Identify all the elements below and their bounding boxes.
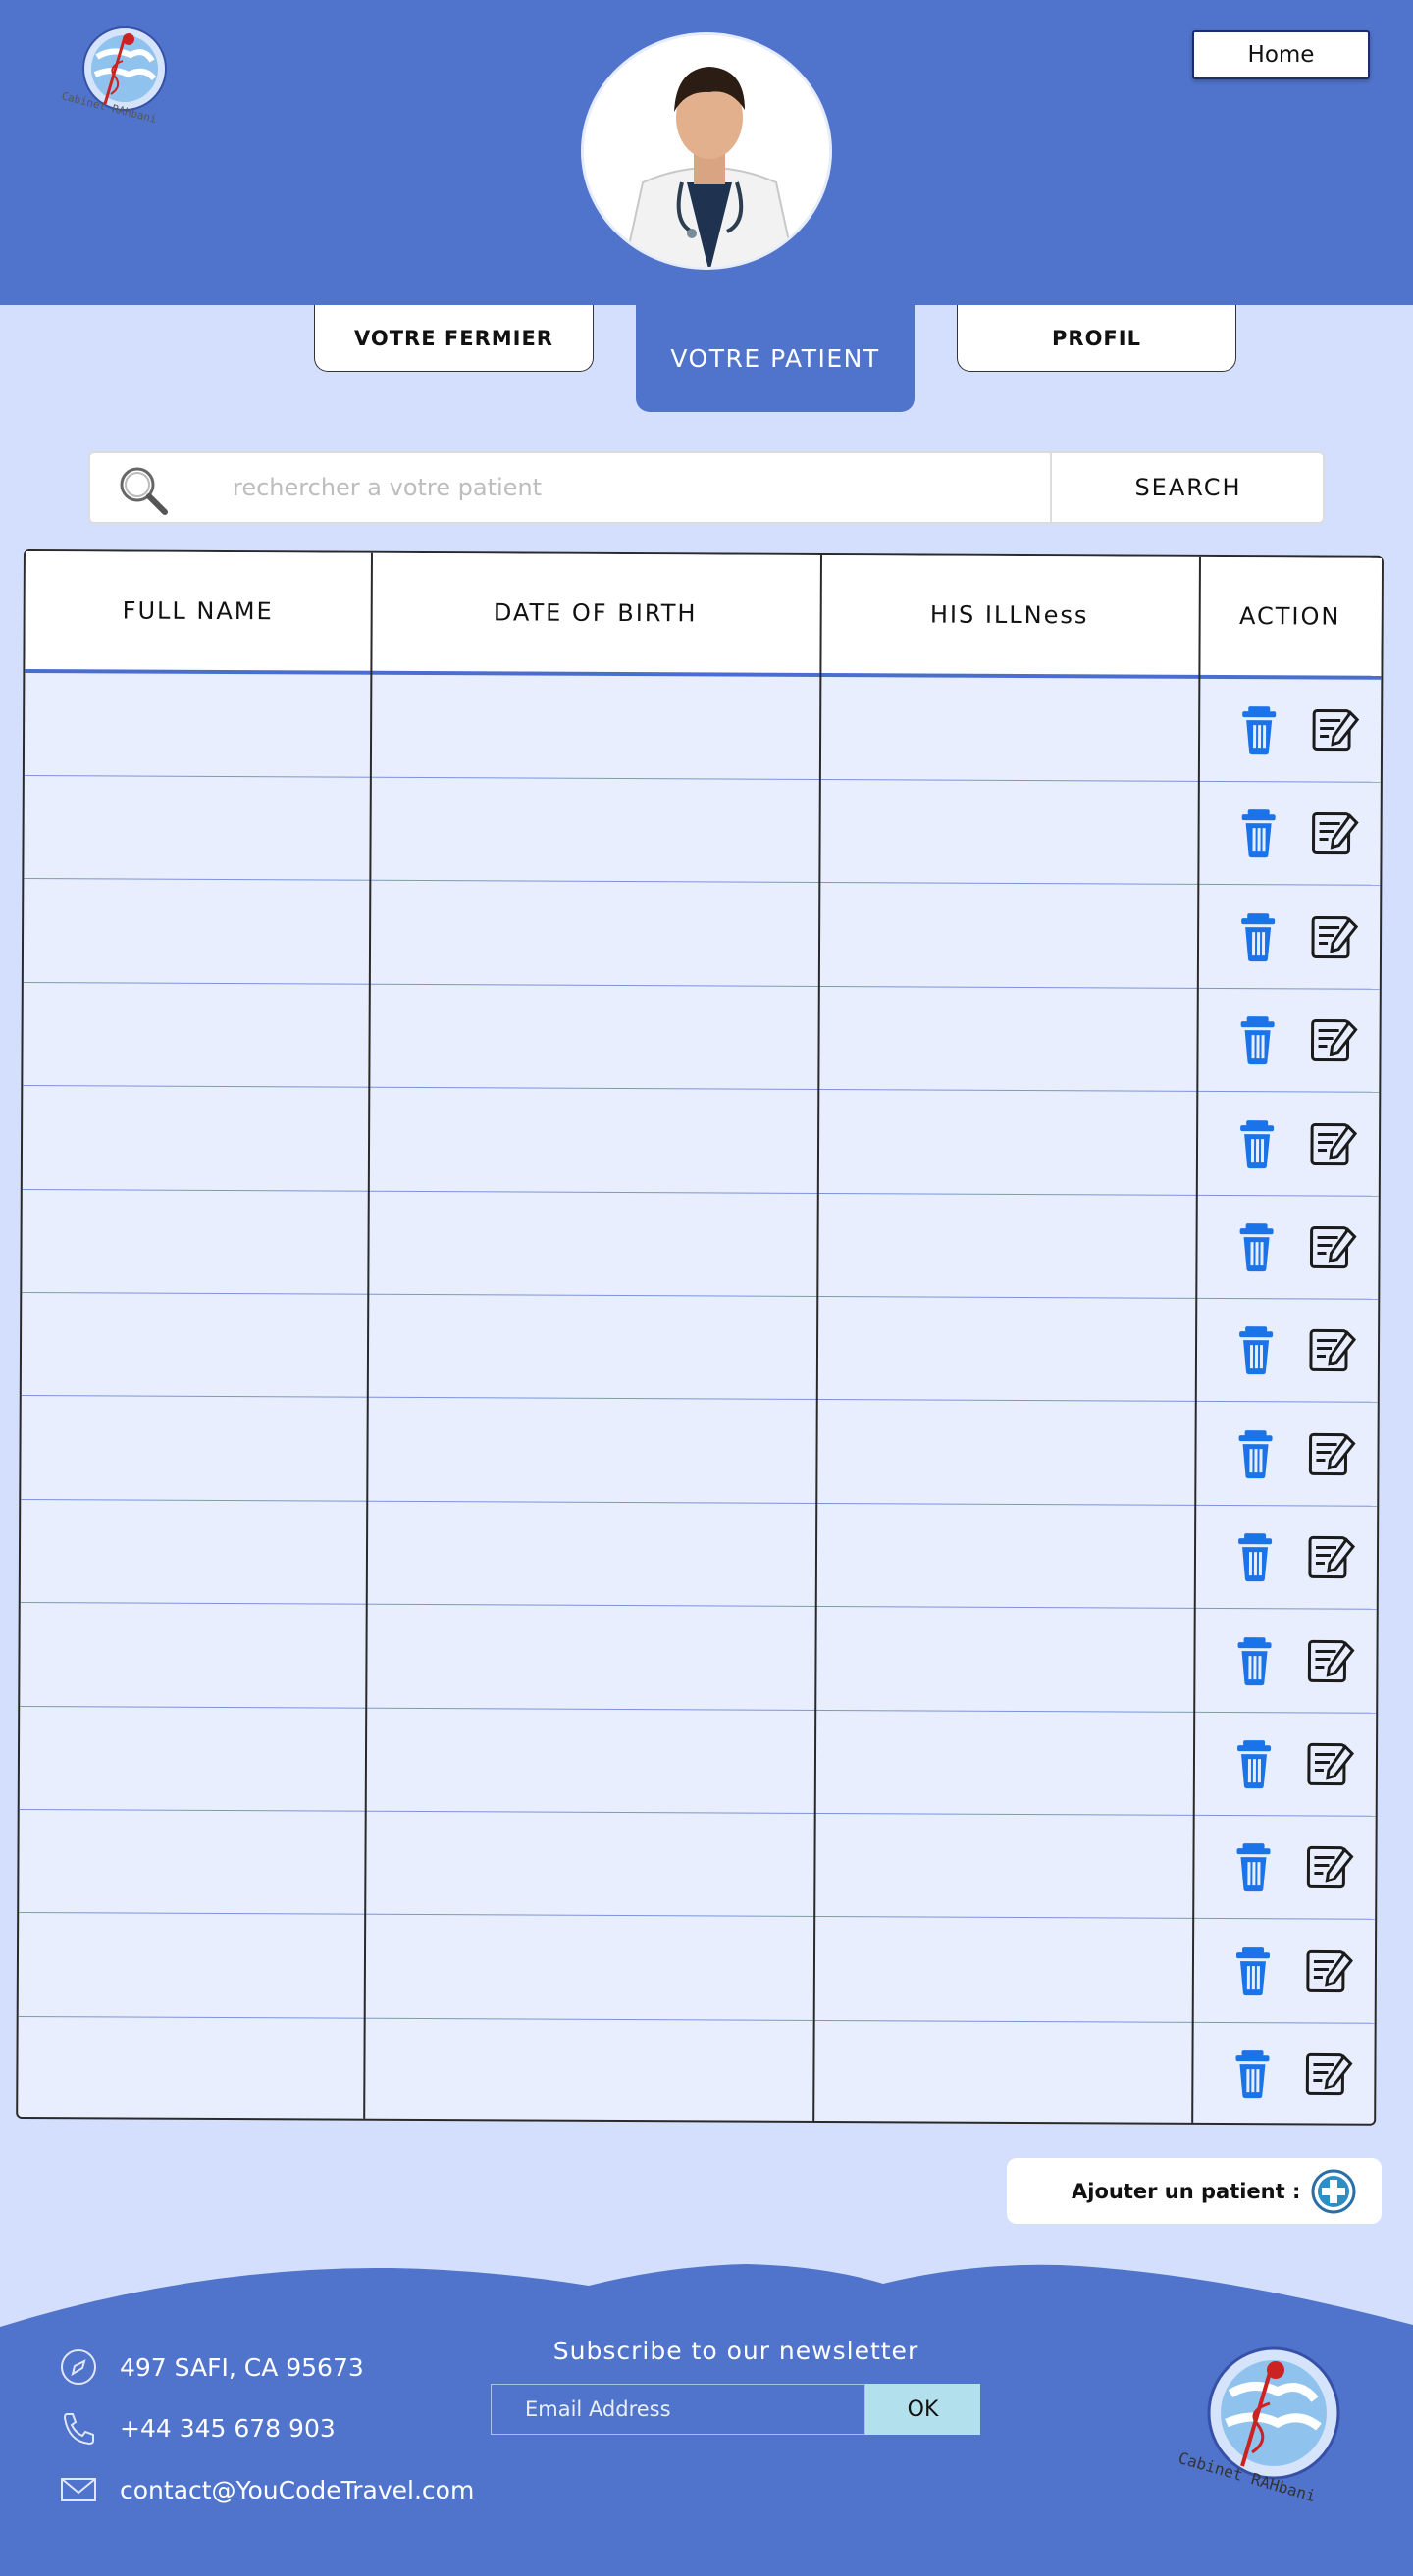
edit-icon[interactable] <box>1307 1530 1356 1585</box>
compass-icon <box>61 2349 96 2385</box>
trash-icon[interactable] <box>1237 805 1286 860</box>
footer-email[interactable]: contact@YouCodeTravel.com <box>57 2470 474 2509</box>
patients-table: FULL NAME DATE OF BIRTH HIS ILLNess ACTI… <box>16 549 1384 2126</box>
mail-icon <box>61 2478 96 2501</box>
trash-icon[interactable] <box>1235 1322 1284 1377</box>
newsletter-ok-button[interactable]: OK <box>865 2384 980 2435</box>
table-row <box>23 983 1380 1093</box>
edit-icon[interactable] <box>1305 1943 1354 1998</box>
tab-votre-fermier[interactable]: VOTRE FERMIER <box>314 305 594 372</box>
table-row <box>24 673 1382 783</box>
trash-icon[interactable] <box>1233 1633 1282 1688</box>
footer-address: 497 SAFI, CA 95673 <box>57 2347 364 2387</box>
edit-icon[interactable] <box>1311 702 1360 757</box>
phone-icon <box>63 2413 94 2446</box>
address-text: 497 SAFI, CA 95673 <box>120 2352 364 2382</box>
edit-icon[interactable] <box>1305 1840 1354 1895</box>
edit-icon[interactable] <box>1306 1633 1355 1688</box>
column-header-action: ACTION <box>1238 602 1341 631</box>
table-row <box>22 1190 1379 1300</box>
search-button[interactable]: SEARCH <box>1050 453 1325 522</box>
trash-icon[interactable] <box>1232 1943 1282 1998</box>
trash-icon[interactable] <box>1234 1426 1283 1481</box>
trash-icon[interactable] <box>1232 1839 1282 1894</box>
table-row <box>20 1603 1377 1714</box>
table-row <box>18 1913 1376 2024</box>
add-plus-icon[interactable] <box>1311 2169 1356 2214</box>
trash-icon[interactable] <box>1237 909 1286 964</box>
home-button[interactable]: Home <box>1192 30 1370 79</box>
search-icon <box>120 467 168 515</box>
add-patient-label: Ajouter un patient : <box>1072 2179 1301 2203</box>
trash-icon[interactable] <box>1236 1116 1285 1171</box>
table-row <box>21 1396 1378 1507</box>
tab-profil[interactable]: PROFIL <box>957 305 1236 372</box>
search-bar: SEARCH <box>88 451 1325 524</box>
trash-icon[interactable] <box>1234 1529 1283 1584</box>
edit-icon[interactable] <box>1310 806 1359 861</box>
tab-votre-patient[interactable]: VOTRE PATIENT <box>636 305 915 412</box>
edit-icon[interactable] <box>1309 1116 1358 1171</box>
edit-icon[interactable] <box>1308 1323 1357 1378</box>
edit-icon[interactable] <box>1308 1219 1357 1274</box>
edit-icon[interactable] <box>1306 1736 1355 1791</box>
trash-icon[interactable] <box>1231 2046 1281 2101</box>
header: Cabinet RAHbani Home <box>0 0 1413 305</box>
footer-phone: +44 345 678 903 <box>57 2408 336 2447</box>
newsletter-email-input[interactable] <box>491 2384 865 2435</box>
search-input[interactable] <box>233 453 1018 522</box>
trash-icon[interactable] <box>1238 702 1287 757</box>
table-row <box>18 2017 1374 2127</box>
table-row <box>21 1293 1379 1404</box>
add-patient-button[interactable]: Ajouter un patient : <box>1007 2158 1382 2224</box>
table-row <box>22 1086 1380 1197</box>
cabinet-logo[interactable]: Cabinet RAHbani <box>54 18 201 135</box>
table-row <box>20 1500 1378 1610</box>
table-row <box>19 1706 1377 1817</box>
table-header: FULL NAME DATE OF BIRTH HIS ILLNess ACTI… <box>25 551 1382 680</box>
footer-cabinet-logo: Cabinet RAHbani <box>1177 2346 1340 2505</box>
edit-icon[interactable] <box>1307 1426 1356 1481</box>
table-row <box>24 776 1381 887</box>
edit-icon[interactable] <box>1309 1013 1358 1068</box>
column-header-date-of-birth: DATE OF BIRTH <box>493 598 698 628</box>
table-row <box>23 879 1381 990</box>
phone-text: +44 345 678 903 <box>120 2413 336 2443</box>
edit-icon[interactable] <box>1310 909 1359 964</box>
doctor-avatar <box>581 32 832 270</box>
trash-icon[interactable] <box>1235 1219 1284 1274</box>
column-header-full-name: FULL NAME <box>122 596 274 626</box>
table-row <box>19 1810 1376 1921</box>
column-header-illness: HIS ILLNess <box>929 600 1089 630</box>
edit-icon[interactable] <box>1304 2047 1353 2102</box>
email-link[interactable]: contact@YouCodeTravel.com <box>120 2476 474 2504</box>
trash-icon[interactable] <box>1236 1012 1285 1067</box>
newsletter-title: Subscribe to our newsletter <box>552 2337 919 2365</box>
trash-icon[interactable] <box>1233 1736 1282 1791</box>
